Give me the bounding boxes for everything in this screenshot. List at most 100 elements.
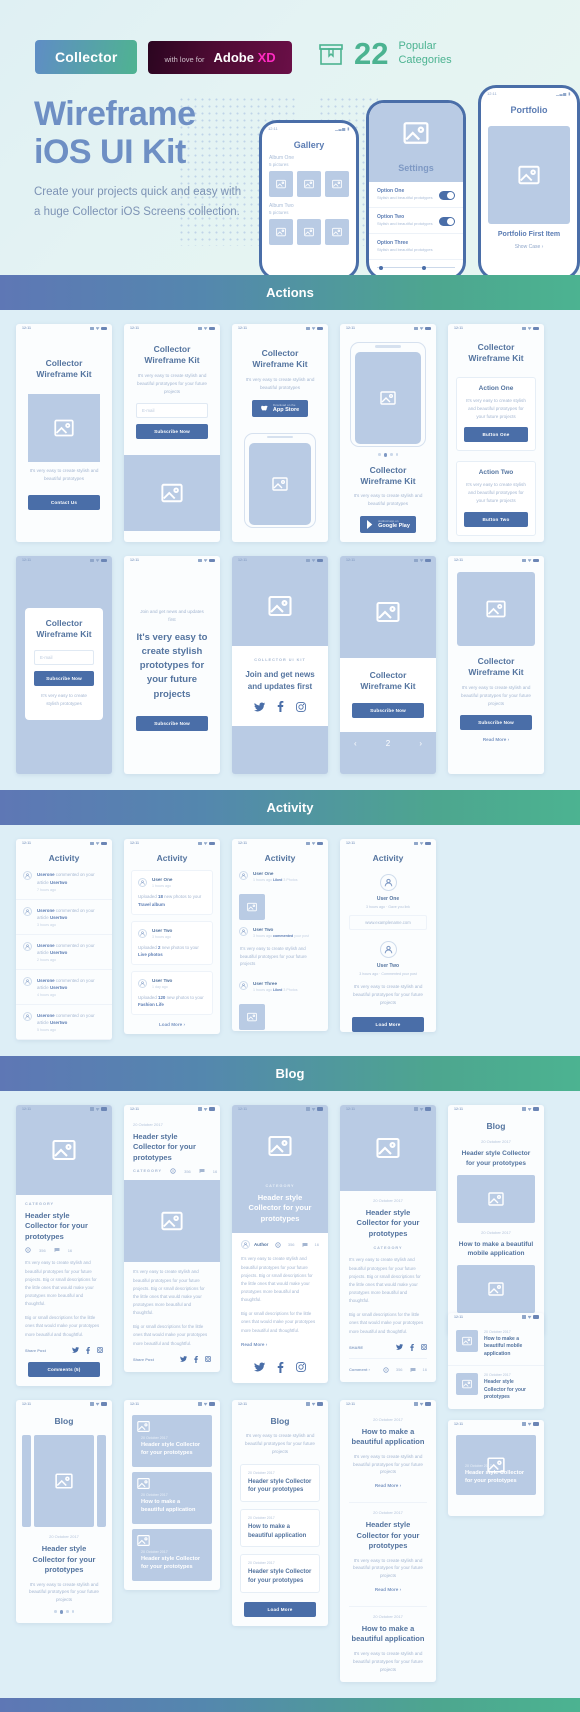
option-three-slider[interactable] <box>377 264 455 272</box>
read-more-link[interactable]: Read More › <box>340 1580 436 1599</box>
read-more-link[interactable]: Read More › <box>448 730 544 749</box>
activity-list-item[interactable]: Userone commented on your article Usertw… <box>16 935 112 970</box>
google-play-button[interactable]: Android app on Google Play <box>360 516 416 534</box>
carousel-dots[interactable] <box>16 1604 112 1623</box>
subscribe-button[interactable]: Subscribe Now <box>136 715 208 731</box>
blog-screen-7[interactable]: 12:11 20 October 2017 Header style Colle… <box>124 1399 220 1590</box>
activity-screen-2[interactable]: 12:11 Activity User One 1 hours ago Upload… <box>124 839 220 1034</box>
instagram-icon[interactable] <box>97 1347 103 1354</box>
blog-list-item[interactable]: 20 October 2017 Header style Collector fo… <box>448 1366 544 1409</box>
activity-list-item[interactable]: Userone commented on your article Usertw… <box>16 1005 112 1040</box>
facebook-icon[interactable] <box>277 701 284 712</box>
blog-screen-11[interactable]: 12:11 20 October 2017 Header style Colle… <box>448 1419 544 1516</box>
blog-screen-1[interactable]: 12:11 CATEGORY Header style Collector fo… <box>16 1104 112 1386</box>
button-one[interactable]: Button One <box>464 427 528 443</box>
activity-list-item[interactable]: Userone commented on your article Usertw… <box>16 900 112 935</box>
blog-screen-10[interactable]: 12:11 20 October 2017 How to make a beaut… <box>448 1312 544 1409</box>
shared-link[interactable]: www.examplename.com <box>349 915 427 931</box>
blog-screen-5[interactable]: 12:11 Blog 20 October 2017 Header style … <box>448 1104 544 1335</box>
actions-screen-7[interactable]: 12:11 Join and get news and updates firs… <box>124 556 220 774</box>
gallery-thumb[interactable] <box>325 171 349 197</box>
actions-screen-9[interactable]: 12:11 Collector Wireframe Kit Subscribe N… <box>340 556 436 774</box>
activity-screen-1[interactable]: 12:11 Activity Userone commented on your… <box>16 839 112 1040</box>
carousel-next-card[interactable] <box>97 1435 106 1528</box>
option-two-toggle[interactable] <box>439 217 455 226</box>
pagination[interactable]: ‹ 2 › <box>340 732 436 755</box>
activity-screen-3[interactable]: 12:11 Activity User One 1 hours ago Liked… <box>232 839 328 1031</box>
facebook-icon[interactable] <box>194 1355 198 1363</box>
activity-thumb[interactable] <box>239 1003 265 1030</box>
read-more-link[interactable]: Read More › <box>232 1335 328 1354</box>
facebook-icon[interactable] <box>86 1346 90 1354</box>
actions-screen-1[interactable]: 12:11 Collector Wireframe Kit It's very e… <box>16 324 112 542</box>
app-store-button[interactable]: Download on the App Store <box>252 399 308 417</box>
gallery-thumb[interactable] <box>269 219 293 245</box>
blog-screen-3[interactable]: 12:11 CATEGORY Header style Collector fo… <box>232 1104 328 1383</box>
blog-list-item[interactable]: 20 October 2017 How to make a beautiful m… <box>448 1323 544 1367</box>
facebook-icon[interactable] <box>410 1343 414 1351</box>
load-more-button[interactable]: Load More <box>244 1601 316 1617</box>
activity-upload-card[interactable]: User Two 3 hours ago Uploaded 2 new photos… <box>131 920 213 965</box>
blog-card-image-2[interactable]: 20 October 2017 How to make a beautiful … <box>132 1471 212 1524</box>
actions-screen-6[interactable]: 12:11 Collector Wireframe Kit E-mail Subs… <box>16 556 112 774</box>
instagram-icon[interactable] <box>421 1344 427 1351</box>
activity-screen-4[interactable]: 12:11 Activity User One 3 hours ago · Ga… <box>340 839 436 1032</box>
comments-button[interactable]: Comments (5) <box>28 1361 100 1377</box>
load-more-link[interactable]: Load More › <box>124 1015 220 1034</box>
activity-upload-card[interactable]: User One 1 hours ago Uploaded 18 new photo… <box>131 870 213 915</box>
facebook-icon[interactable] <box>277 1361 284 1373</box>
next-page-icon[interactable]: › <box>419 739 422 748</box>
activity-thumb[interactable] <box>239 894 265 921</box>
gallery-thumb[interactable] <box>325 219 349 245</box>
actions-screen-2[interactable]: 12:11 Collector Wireframe Kit It's very e… <box>124 324 220 542</box>
carousel-dots[interactable] <box>340 447 436 463</box>
subscribe-button[interactable]: Subscribe Now <box>136 424 208 440</box>
gallery-thumb[interactable] <box>269 171 293 197</box>
twitter-icon[interactable] <box>254 702 265 712</box>
activity-upload-card[interactable]: User Two 1 day ago Uploaded 120 new photos… <box>131 970 213 1015</box>
blog-screen-9[interactable]: 12:11 20 October 2017 How to make a beau… <box>340 1399 436 1683</box>
carousel-prev-card[interactable] <box>22 1435 31 1528</box>
twitter-icon[interactable] <box>396 1344 403 1350</box>
instagram-icon[interactable] <box>205 1356 211 1363</box>
blog-list-card-1[interactable]: 20 October 2017 Header style Collector f… <box>240 1463 320 1502</box>
blog-list-card-2[interactable]: 20 October 2017 How to make a beautiful … <box>240 1508 320 1548</box>
comment-link[interactable]: Comment › <box>349 1367 370 1372</box>
carousel[interactable] <box>16 1427 112 1528</box>
read-more-link[interactable]: Read More › <box>340 1476 436 1495</box>
blog-screen-4[interactable]: 12:11 20 October 2017 Header style Colle… <box>340 1104 436 1382</box>
button-two[interactable]: Button Two <box>464 511 528 527</box>
actions-screen-4[interactable]: 12:11 Collector Wireframe Kit It's very e… <box>340 324 436 542</box>
actions-screen-3[interactable]: 12:11 Collector Wireframe Kit It's very e… <box>232 324 328 542</box>
twitter-icon[interactable] <box>72 1347 79 1353</box>
portfolio-showcase-link[interactable]: Show Case › <box>481 244 577 250</box>
email-field[interactable]: E-mail <box>136 403 208 419</box>
instagram-icon[interactable] <box>296 1362 306 1373</box>
carousel-current-card[interactable] <box>34 1435 94 1528</box>
email-field[interactable]: E-mail <box>34 649 94 665</box>
subscribe-button[interactable]: Subscribe Now <box>34 670 94 686</box>
activity-feed-header[interactable]: User One 1 hours ago Liked 3 Photos <box>232 864 328 889</box>
actions-screen-10[interactable]: 12:11 Collector Wireframe Kit It's very e… <box>448 556 544 774</box>
twitter-icon[interactable] <box>180 1356 187 1362</box>
blog-screen-2[interactable]: 12:11 20 October 2017 Header style Colle… <box>124 1104 220 1372</box>
gallery-thumb[interactable] <box>297 171 321 197</box>
activity-feed-header[interactable]: User Two 3 hours ago commented your post <box>232 920 328 945</box>
blog-screen-8[interactable]: 12:11 Blog It's very easy to create styl… <box>232 1399 328 1626</box>
blog-list-card-3[interactable]: 20 October 2017 Header style Collector f… <box>240 1554 320 1593</box>
prev-page-icon[interactable]: ‹ <box>354 739 357 748</box>
subscribe-button[interactable]: Subscribe Now <box>352 702 424 718</box>
actions-screen-5[interactable]: 12:11 Collector Wireframe Kit Action One … <box>448 324 544 542</box>
option-one-toggle[interactable] <box>439 191 455 200</box>
activity-feed-header[interactable]: User Three 1 hours ago Liked 3 Photos <box>232 974 328 999</box>
blog-card-image-3[interactable]: 20 October 2017 Header style Collector f… <box>132 1528 212 1581</box>
settings-row-option-three[interactable]: Option Three Stylish and beautiful proto… <box>369 234 463 260</box>
settings-row-option-two[interactable]: Option Two Stylish and beautiful prototy… <box>369 208 463 234</box>
gallery-thumb[interactable] <box>297 219 321 245</box>
subscribe-button[interactable]: Subscribe Now <box>460 715 532 731</box>
activity-list-item[interactable]: Userone commented on your article Usertw… <box>16 864 112 900</box>
actions-screen-8[interactable]: 12:11 COLLECTOR UI KIT Join and get news… <box>232 556 328 774</box>
activity-list-item[interactable]: Userone commented on your article Usertw… <box>16 970 112 1005</box>
load-more-button[interactable]: Load More <box>352 1016 424 1032</box>
instagram-icon[interactable] <box>296 701 306 712</box>
